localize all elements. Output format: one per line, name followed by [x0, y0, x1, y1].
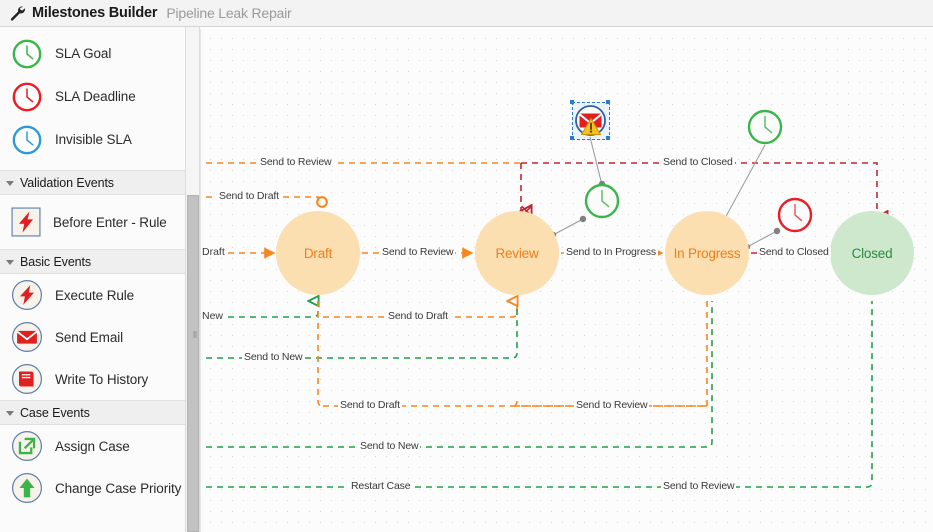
palette-item-label: SLA Goal — [55, 46, 112, 61]
palette-item-sla-goal[interactable]: SLA Goal — [0, 32, 185, 75]
edge-label: Send to New — [358, 440, 421, 452]
palette-item-label: Change Case Priority — [55, 480, 182, 496]
state-node-review[interactable]: Review — [475, 211, 559, 295]
sidebar-scrollbar-thumb[interactable] — [187, 195, 199, 532]
workflow-canvas[interactable]: Draft Review In Progress Closed Send to … — [200, 29, 933, 532]
palette-item-label: Before Enter - Rule — [53, 214, 167, 230]
chevron-down-icon — [6, 411, 14, 416]
palette-item-sla-deadline[interactable]: SLA Deadline — [0, 75, 185, 118]
palette-item-invisible-sla[interactable]: Invisible SLA — [0, 118, 185, 161]
edge-label: Send to Review — [574, 399, 650, 411]
palette-item-label: Invisible SLA — [55, 132, 132, 147]
panel-resize-grip[interactable]: ⦀ — [193, 330, 197, 341]
edge-label: Send to Draft — [386, 310, 450, 322]
palette-item-change-case-priority[interactable]: Change Case Priority — [0, 467, 185, 509]
group-header-label: Validation Events — [20, 175, 114, 190]
page-title: Milestones Builder — [32, 5, 158, 21]
palette-item-before-enter-rule[interactable]: Before Enter - Rule — [0, 195, 185, 249]
state-node-draft[interactable]: Draft — [276, 211, 360, 295]
palette-item-execute-rule[interactable]: Execute Rule — [0, 274, 185, 316]
lightning-bolt-icon — [11, 279, 43, 311]
group-header-validation-events[interactable]: Validation Events — [0, 170, 185, 195]
chevron-down-icon — [6, 260, 14, 265]
edge-label: Send to Closed — [661, 156, 735, 168]
edge-label: Send to Review — [380, 246, 456, 258]
edge-label: Send to Draft — [217, 190, 281, 202]
state-node-in-progress[interactable]: In Progress — [665, 211, 749, 295]
lightning-bolt-icon — [11, 207, 41, 237]
state-node-label: In Progress — [673, 245, 741, 261]
milestones-builder-window: Milestones Builder Pipeline Leak Repair … — [0, 0, 933, 532]
edge-label-clipped: Draft — [201, 246, 227, 258]
edge-label: Send to Review — [661, 480, 737, 492]
edge-label: Send to Review — [258, 156, 334, 168]
clock-icon — [12, 125, 42, 154]
send-email-warning-icon[interactable] — [574, 104, 607, 137]
edge-label: Send to In Progress — [564, 246, 658, 258]
state-node-closed[interactable]: Closed — [830, 211, 914, 295]
palette-item-label: SLA Deadline — [55, 89, 136, 104]
palette-item-label: Assign Case — [55, 438, 130, 454]
palette-sidebar[interactable]: SLA Goal SLA Deadline Invisible SLA Vali… — [0, 27, 186, 532]
palette-item-send-email[interactable]: Send Email — [0, 316, 185, 358]
edge-label-clipped: New — [201, 310, 226, 322]
palette-item-write-to-history[interactable]: Write To History — [0, 358, 185, 400]
state-node-label: Draft — [303, 245, 333, 261]
group-header-label: Case Events — [20, 405, 90, 420]
sla-goal-review-clock-icon[interactable] — [583, 182, 621, 220]
clock-icon — [12, 82, 42, 111]
arrow-up-icon — [11, 472, 43, 504]
external-link-icon — [11, 430, 43, 462]
group-header-basic-events[interactable]: Basic Events — [0, 249, 185, 274]
book-icon — [11, 363, 43, 395]
wrench-icon — [10, 6, 25, 21]
chevron-down-icon — [6, 181, 14, 186]
clock-icon — [12, 39, 42, 68]
edge-label: Send to Draft — [338, 399, 402, 411]
group-header-case-events[interactable]: Case Events — [0, 400, 185, 425]
palette-item-label: Write To History — [55, 371, 149, 387]
state-node-label: Review — [495, 245, 539, 261]
palette-item-label: Execute Rule — [55, 287, 135, 303]
group-header-label: Basic Events — [20, 254, 92, 269]
edge-label: Send to Closed — [757, 246, 831, 258]
palette-item-label: Send Email — [55, 329, 124, 345]
envelope-icon — [11, 321, 43, 353]
edge-label: Restart Case — [349, 480, 413, 492]
title-bar: Milestones Builder Pipeline Leak Repair — [0, 0, 933, 27]
edge-label: Send to New — [242, 351, 305, 363]
sla-deadline-closed-clock-icon[interactable] — [776, 196, 814, 234]
palette-item-assign-case[interactable]: Assign Case — [0, 425, 185, 467]
state-node-label: Closed — [851, 245, 893, 261]
page-subtitle: Pipeline Leak Repair — [166, 5, 292, 21]
sla-goal-in-progress-clock-icon[interactable] — [746, 108, 784, 146]
